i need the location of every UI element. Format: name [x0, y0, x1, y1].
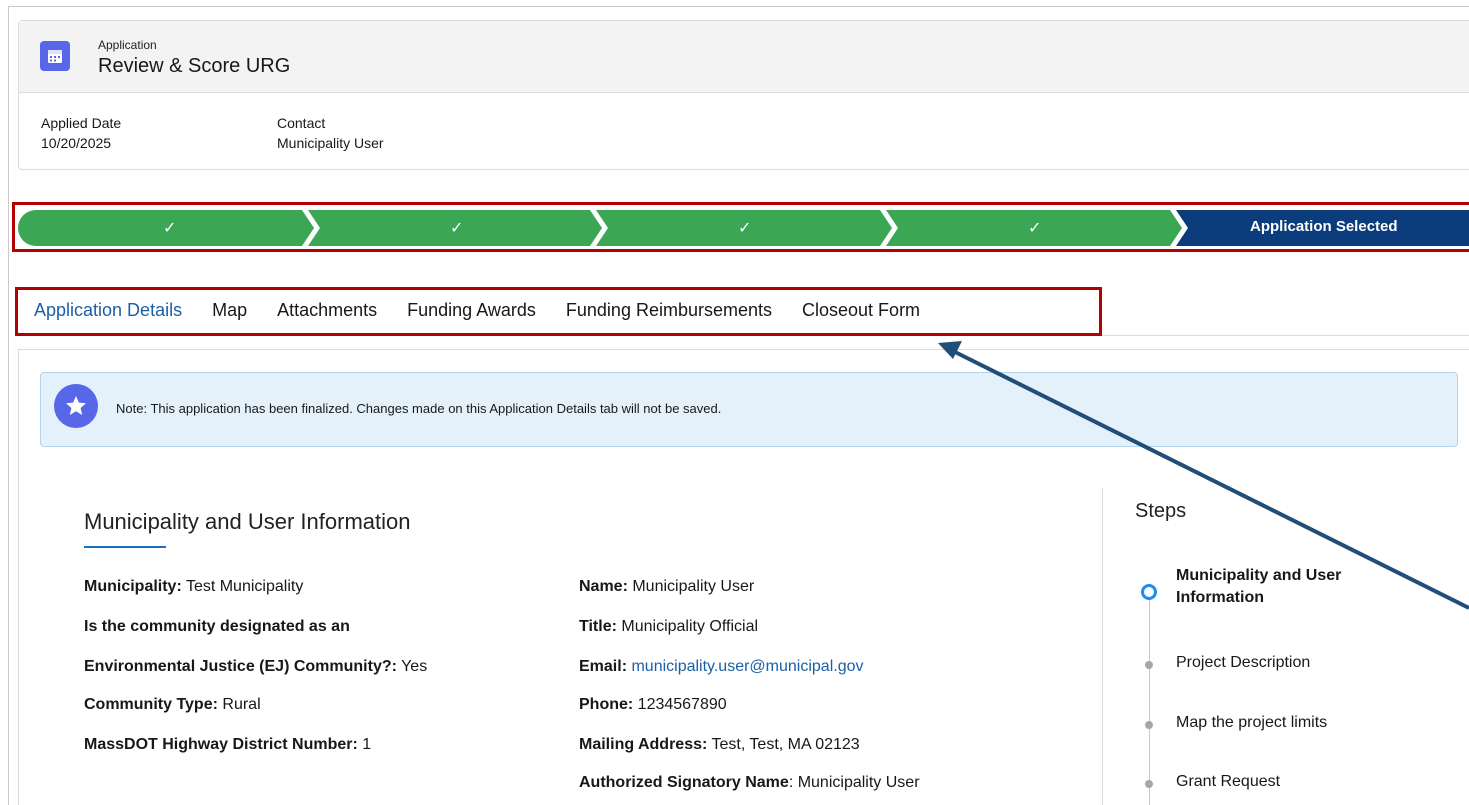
- annotation-arrow: [938, 341, 1469, 610]
